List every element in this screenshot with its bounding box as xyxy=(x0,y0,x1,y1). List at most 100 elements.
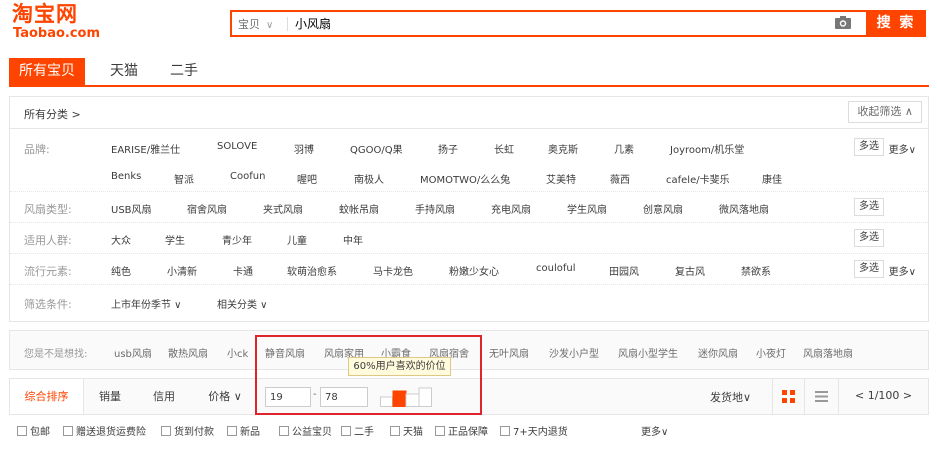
suggestion-link[interactable]: 迷你风扇 xyxy=(698,345,738,360)
search-input[interactable] xyxy=(295,14,825,33)
fan-type-option[interactable]: 学生风扇 xyxy=(567,201,607,216)
style-option[interactable]: 复古风 xyxy=(675,263,705,278)
checkbox-cash-on-delivery[interactable]: 货到付款 xyxy=(161,423,214,438)
brand-option[interactable]: MOMOTWO/么么兔 xyxy=(420,171,510,186)
fan-type-option[interactable]: USB风扇 xyxy=(111,201,152,216)
suggestion-link[interactable]: 沙发小户型 xyxy=(549,345,599,360)
checkbox-icon xyxy=(341,426,351,436)
brand-option[interactable]: SOLOVE xyxy=(217,141,257,152)
style-option[interactable]: 小清新 xyxy=(167,263,197,278)
fan-type-option[interactable]: 宿舍风扇 xyxy=(187,201,227,216)
taobao-logo[interactable]: 淘宝网 Taobao.com xyxy=(12,2,122,46)
brand-option[interactable]: cafele/卡斐乐 xyxy=(666,171,730,186)
condition-dropdown-category[interactable]: 相关分类 ∨ xyxy=(217,296,268,311)
suggestion-link[interactable]: 小夜灯 xyxy=(756,345,786,360)
condition-dropdown-season[interactable]: 上市年份季节 ∨ xyxy=(111,296,182,311)
fan-type-option[interactable]: 夹式风扇 xyxy=(263,201,303,216)
suggestion-link[interactable]: usb风扇 xyxy=(114,345,152,360)
search-category-label: 宝贝 xyxy=(238,18,260,31)
style-option[interactable]: 禁欲系 xyxy=(741,263,771,278)
style-multi-select-button[interactable]: 多选 xyxy=(854,260,884,278)
search-button[interactable]: 搜 索 xyxy=(866,10,926,37)
tab-all-items[interactable]: 所有宝贝 xyxy=(9,58,85,85)
sort-default[interactable]: 综合排序 xyxy=(10,379,84,414)
brand-option[interactable]: QGOO/Q果 xyxy=(350,141,403,156)
tab-tmall[interactable]: 天猫 xyxy=(99,58,149,85)
brand-option[interactable]: 几素 xyxy=(614,141,634,156)
ship-from-dropdown[interactable]: 发货地∨ xyxy=(710,389,751,405)
brand-multi-select-button[interactable]: 多选 xyxy=(854,138,884,156)
brand-option[interactable]: Coofun xyxy=(230,171,265,182)
crowd-option[interactable]: 学生 xyxy=(165,232,185,247)
list-view-icon[interactable] xyxy=(815,390,828,403)
sort-credit[interactable]: 信用 xyxy=(142,379,186,414)
style-option[interactable]: 粉嫩少女心 xyxy=(449,263,499,278)
search-box: 宝贝 ∨ xyxy=(230,10,866,37)
checkbox-tmall[interactable]: 天猫 xyxy=(390,423,423,438)
pagination[interactable]: < 1/100 > xyxy=(855,389,912,402)
crowd-option[interactable]: 中年 xyxy=(343,232,363,247)
crowd-option[interactable]: 青少年 xyxy=(222,232,252,247)
crowd-option[interactable]: 儿童 xyxy=(287,232,307,247)
style-option[interactable]: 田园风 xyxy=(609,263,639,278)
tab-second-hand[interactable]: 二手 xyxy=(159,58,209,85)
suggestion-link[interactable]: 风扇落地扇 xyxy=(803,345,853,360)
brand-more-button[interactable]: 更多∨ xyxy=(889,141,916,156)
sort-sales[interactable]: 销量 xyxy=(88,379,132,414)
suggestion-link[interactable]: 风扇小型学生 xyxy=(618,345,678,360)
style-option[interactable]: 卡通 xyxy=(233,263,253,278)
checkbox-icon xyxy=(500,426,510,436)
checkbox-charity[interactable]: 公益宝贝 xyxy=(279,423,332,438)
checkbox-new[interactable]: 新品 xyxy=(227,423,260,438)
checkbox-more-button[interactable]: 更多∨ xyxy=(641,423,668,438)
crowd-multi-select-button[interactable]: 多选 xyxy=(854,229,884,247)
checkbox-authentic[interactable]: 正品保障 xyxy=(435,423,488,438)
brand-option[interactable]: 南极人 xyxy=(354,171,384,186)
camera-icon[interactable] xyxy=(834,15,852,30)
checkbox-return-insurance[interactable]: 赠送退货运费险 xyxy=(63,423,146,438)
brand-option[interactable]: Benks xyxy=(111,171,141,182)
breadcrumb[interactable]: 所有分类 > xyxy=(24,106,81,122)
filter-label-style: 流行元素: xyxy=(24,265,72,278)
fan-type-option[interactable]: 创意风扇 xyxy=(643,201,683,216)
fan-type-multi-select-button[interactable]: 多选 xyxy=(854,198,884,216)
checkbox-second-hand[interactable]: 二手 xyxy=(341,423,374,438)
suggestion-link[interactable]: 散热风扇 xyxy=(168,345,208,360)
brand-option[interactable]: 奥克斯 xyxy=(548,141,578,156)
brand-option[interactable]: 喔吧 xyxy=(297,171,317,186)
suggestion-link[interactable]: 小ck xyxy=(227,345,248,360)
brand-option[interactable]: Joyroom/机乐堂 xyxy=(670,141,744,156)
fan-type-option[interactable]: 手持风扇 xyxy=(415,201,455,216)
breadcrumb-row: 所有分类 > 收起筛选 ∧ xyxy=(10,97,928,129)
suggestion-link[interactable]: 无叶风扇 xyxy=(489,345,529,360)
brand-option[interactable]: 薇西 xyxy=(610,171,630,186)
grid-view-icon[interactable] xyxy=(782,390,795,403)
checkbox-free-shipping[interactable]: 包邮 xyxy=(17,423,50,438)
brand-option[interactable]: 长虹 xyxy=(494,141,514,156)
fan-type-option[interactable]: 蚊帐吊扇 xyxy=(339,201,379,216)
collapse-filter-button[interactable]: 收起筛选 ∧ xyxy=(848,101,922,123)
checkbox-7day-return[interactable]: 7+天内退货 xyxy=(500,423,568,438)
filter-label-brand: 品牌: xyxy=(24,143,50,156)
crowd-option[interactable]: 大众 xyxy=(111,232,131,247)
fan-type-option[interactable]: 充电风扇 xyxy=(491,201,531,216)
fan-type-option[interactable]: 微风落地扇 xyxy=(719,201,769,216)
style-option[interactable]: 纯色 xyxy=(111,263,131,278)
brand-option[interactable]: 康佳 xyxy=(762,171,782,186)
brand-option[interactable]: EARISE/雅兰仕 xyxy=(111,141,180,156)
divider xyxy=(772,378,773,415)
style-more-button[interactable]: 更多∨ xyxy=(889,263,916,278)
filter-row-fan-type: 风扇类型: USB风扇 宿舍风扇 夹式风扇 蚊帐吊扇 手持风扇 充电风扇 学生风… xyxy=(10,193,928,223)
search-category-select[interactable]: 宝贝 ∨ xyxy=(238,16,273,32)
checkbox-icon xyxy=(161,426,171,436)
search-tabs: 所有宝贝 天猫 二手 xyxy=(9,58,929,87)
brand-option[interactable]: 智派 xyxy=(174,171,194,186)
checkbox-label: 7+天内退货 xyxy=(513,427,568,438)
brand-option[interactable]: 扬子 xyxy=(438,141,458,156)
brand-option[interactable]: 艾美特 xyxy=(546,171,576,186)
sort-price[interactable]: 价格 ∨ xyxy=(200,379,250,414)
style-option[interactable]: 马卡龙色 xyxy=(373,263,413,278)
style-option[interactable]: 软萌治愈系 xyxy=(287,263,337,278)
style-option[interactable]: couloful xyxy=(536,263,576,274)
brand-option[interactable]: 羽博 xyxy=(294,141,314,156)
